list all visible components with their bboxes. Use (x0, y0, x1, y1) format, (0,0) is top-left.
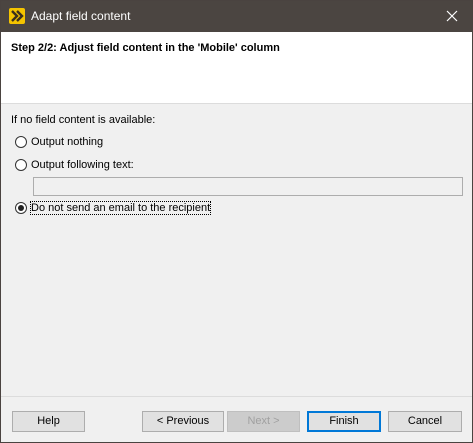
next-button[interactable]: Next > (227, 411, 300, 432)
app-logo-icon (9, 8, 25, 24)
close-button[interactable] (432, 1, 472, 32)
close-icon (446, 10, 458, 22)
following-text-input[interactable] (33, 177, 463, 196)
previous-button[interactable]: < Previous (142, 411, 224, 432)
radio-button[interactable] (15, 159, 27, 171)
radio-output-nothing[interactable]: Output nothing (15, 134, 103, 150)
dialog-window: Adapt field content Step 2/2: Adjust fie… (0, 0, 473, 443)
help-button[interactable]: Help (12, 411, 85, 432)
radio-button[interactable] (15, 202, 27, 214)
title-bar: Adapt field content (1, 1, 472, 32)
window-title: Adapt field content (31, 9, 131, 23)
radio-label: Output nothing (31, 136, 104, 148)
options-label: If no field content is available: (11, 114, 156, 126)
radio-button[interactable] (15, 136, 27, 148)
cancel-button[interactable]: Cancel (388, 411, 462, 432)
radio-label: Output following text: (31, 159, 134, 171)
radio-output-following-text[interactable]: Output following text: (15, 157, 134, 173)
wizard-header: Step 2/2: Adjust field content in the 'M… (1, 32, 472, 104)
radio-do-not-send-email[interactable]: Do not send an email to the recipient (15, 200, 212, 216)
finish-button[interactable]: Finish (307, 411, 381, 432)
radio-label: Do not send an email to the recipient (29, 201, 212, 215)
footer-divider (1, 396, 472, 397)
step-title: Step 2/2: Adjust field content in the 'M… (11, 42, 280, 54)
